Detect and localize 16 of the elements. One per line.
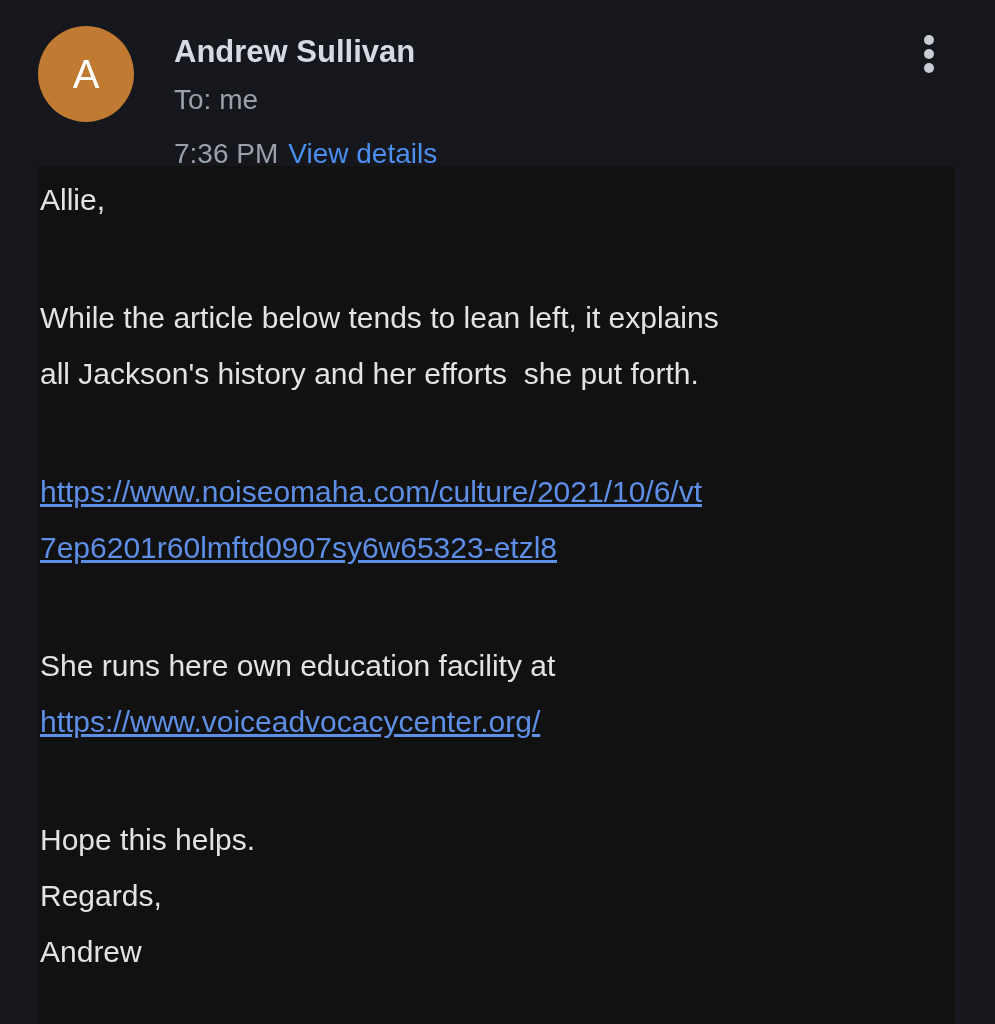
url-link[interactable]: https://www.noiseomaha.com/culture/2021/10/6/vt: [40, 464, 703, 520]
sender-name: Andrew Sullivan: [174, 34, 417, 70]
time-text: 7:36 PM: [174, 138, 279, 170]
body-text: Regards,: [40, 878, 163, 914]
body-text: all Jackson's history and her efforts she put forth.: [40, 356, 700, 392]
body-text: Hope this helps.: [40, 822, 257, 858]
body-text: Andrew: [40, 934, 143, 970]
body-text: Allie,: [40, 182, 107, 218]
url-link[interactable]: 7ep6201r60lmftd0907sy6w65323-etzl8: [40, 520, 558, 576]
body-text: She runs here own education facility at: [40, 648, 557, 684]
recipient-text: To: me: [174, 84, 260, 116]
avatar: A: [38, 26, 134, 122]
view-details-link[interactable]: View details: [288, 138, 438, 170]
url-link[interactable]: https://www.voiceadvocacycenter.org/: [40, 694, 541, 750]
body-text: While the article below tends to lean left, it explains: [40, 300, 720, 336]
more-icon: [923, 34, 935, 74]
